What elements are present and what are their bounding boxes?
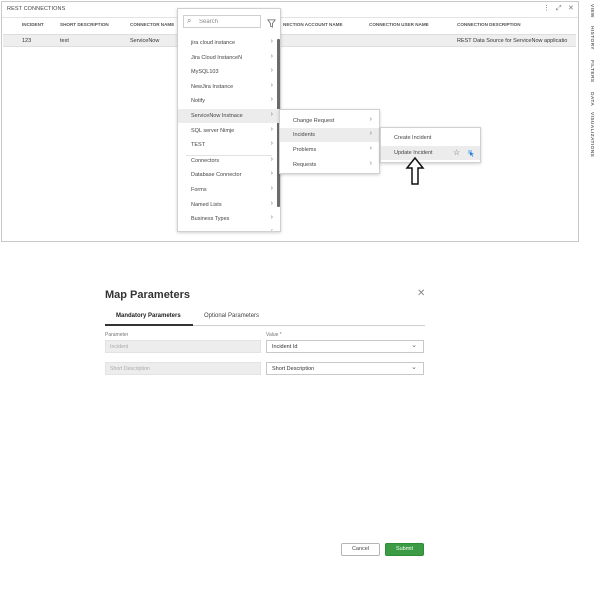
chevron-right-icon: ›	[270, 53, 273, 60]
tab-optional-parameters[interactable]: Optional Parameters	[204, 313, 259, 319]
rail-tab-view[interactable]: VIEW	[589, 4, 594, 18]
panel-header: REST CONNECTIONS ⋮ ⤢ ✕	[2, 2, 578, 18]
rail-tab-visualizations[interactable]: VISUALIZATIONS	[589, 112, 594, 157]
column-header-connection-user-name[interactable]: CONNECTION USER NAME	[369, 22, 429, 27]
parameter-field-short-description: Short Description	[105, 362, 261, 375]
submit-button[interactable]: Submit	[385, 543, 424, 556]
menu-item-business-types[interactable]: Business Types ›	[178, 212, 280, 226]
value-label: Value *	[266, 332, 282, 338]
cursor-icon	[467, 149, 475, 159]
value-select-incident[interactable]: Incident Id ⌄	[266, 340, 424, 353]
chevron-right-icon: ›	[270, 82, 273, 89]
tab-mandatory-parameters[interactable]: Mandatory Parameters	[116, 313, 181, 319]
menu-item-test[interactable]: TEST ›	[178, 138, 280, 152]
chevron-right-icon: ›	[369, 145, 372, 152]
column-header-short-description[interactable]: SHORT DESCRIPTION	[60, 22, 109, 27]
chevron-right-icon: ›	[271, 229, 273, 232]
menu-item-cutoff: ›	[178, 229, 280, 232]
chevron-right-icon: ›	[369, 116, 372, 123]
chevron-right-icon: ›	[270, 38, 273, 45]
cell-connection-description: REST Data Source for ServiceNow applicat…	[457, 38, 568, 44]
chevron-right-icon: ›	[270, 156, 273, 163]
chevron-right-icon: ›	[369, 130, 372, 137]
menu-item-jira-cloud-instancen[interactable]: Jira Cloud InstanceN ›	[178, 51, 280, 65]
parameter-label: Parameter	[105, 332, 129, 338]
dialog-title: Map Parameters	[105, 289, 190, 301]
value-select-short-description[interactable]: Short Description ⌄	[266, 362, 424, 375]
column-header-connector-name[interactable]: CONNECTOR NAME	[130, 22, 174, 27]
action-item-create-incident[interactable]: Create Incident	[381, 131, 480, 145]
column-header-incident[interactable]: INCIDENT	[22, 22, 44, 27]
action-item-update-incident[interactable]: Update Incident ☆	[381, 146, 480, 160]
kebab-icon[interactable]: ⋮	[543, 5, 550, 13]
up-arrow-icon	[405, 156, 425, 185]
menu-item-connectors[interactable]: Connectors ›	[178, 154, 280, 168]
rail-tab-filters[interactable]: FILTERS	[589, 60, 594, 82]
expand-icon[interactable]: ⤢	[556, 5, 562, 13]
menu-item-servicenow-instance[interactable]: ServiceNow Instnace ›	[178, 109, 280, 123]
value-select-text: Short Description	[272, 366, 315, 372]
chevron-right-icon: ›	[270, 111, 273, 118]
column-header-connection-account-name[interactable]: NECTION ACCOUNT NAME	[283, 22, 343, 27]
close-icon[interactable]: ✕	[568, 5, 574, 13]
rail-tab-data[interactable]: DATA	[589, 92, 594, 106]
chevron-right-icon: ›	[270, 185, 273, 192]
chevron-right-icon: ›	[369, 160, 372, 167]
chevron-right-icon: ›	[270, 126, 273, 133]
cell-short-description: text	[60, 38, 69, 44]
menu-item-sql-server-nimje[interactable]: SQL server Nimje ›	[178, 124, 280, 138]
active-tab-indicator	[105, 324, 193, 326]
cell-connector-name: ServiceNow	[130, 38, 160, 44]
search-input[interactable]	[199, 17, 259, 27]
search-box[interactable]: ⌕	[183, 15, 261, 28]
value-select-text: Incident Id	[272, 344, 298, 350]
submenu-item-incidents[interactable]: Incidents ›	[280, 128, 379, 142]
servicenow-submenu: Change Request › Incidents › Problems › Req…	[279, 109, 380, 174]
column-header-connection-description[interactable]: CONNECTION DESCRIPTION	[457, 22, 521, 27]
submenu-item-problems[interactable]: Problems ›	[280, 143, 379, 157]
menu-item-mysql103[interactable]: MySQL103 ›	[178, 65, 280, 79]
chevron-right-icon: ›	[270, 170, 273, 177]
chevron-right-icon: ›	[270, 214, 273, 221]
submenu-item-change-request[interactable]: Change Request ›	[280, 114, 379, 128]
chevron-right-icon: ›	[270, 140, 273, 147]
chevron-down-icon: ⌄	[411, 364, 417, 371]
search-icon: ⌕	[187, 16, 192, 25]
chevron-right-icon: ›	[270, 67, 273, 74]
parameter-field-incident: Incident	[105, 340, 261, 353]
close-icon[interactable]: ✕	[417, 289, 425, 299]
incident-action-menu: Create Incident Update Incident ☆	[380, 127, 481, 163]
menu-item-jira-cloud-instance[interactable]: jira cloud instance ›	[178, 36, 280, 50]
filter-icon[interactable]	[267, 15, 276, 33]
right-rail: VIEW HISTORY FILTERS DATA VISUALIZATIONS	[580, 0, 602, 242]
menu-item-newjira-instance[interactable]: NewJira Instance ›	[178, 80, 280, 94]
menu-item-forms[interactable]: Forms ›	[178, 183, 280, 197]
rail-tab-history[interactable]: HISTORY	[589, 26, 594, 50]
cancel-button[interactable]: Cancel	[341, 543, 380, 556]
menu-item-named-lists[interactable]: Named Lists ›	[178, 198, 280, 212]
panel-title: REST CONNECTIONS	[7, 6, 66, 12]
menu-item-notify[interactable]: Notify ›	[178, 94, 280, 108]
chevron-right-icon: ›	[270, 96, 273, 103]
menu-item-database-connector[interactable]: Database Connector ›	[178, 168, 280, 182]
submenu-item-requests[interactable]: Requests ›	[280, 158, 379, 172]
star-icon[interactable]: ☆	[453, 148, 460, 157]
chevron-down-icon: ⌄	[411, 342, 417, 349]
cell-incident: 123	[22, 38, 32, 44]
chevron-right-icon: ›	[270, 200, 273, 207]
connector-menu: ⌕ jira cloud instance› Jira Cloud Instan…	[177, 8, 281, 232]
